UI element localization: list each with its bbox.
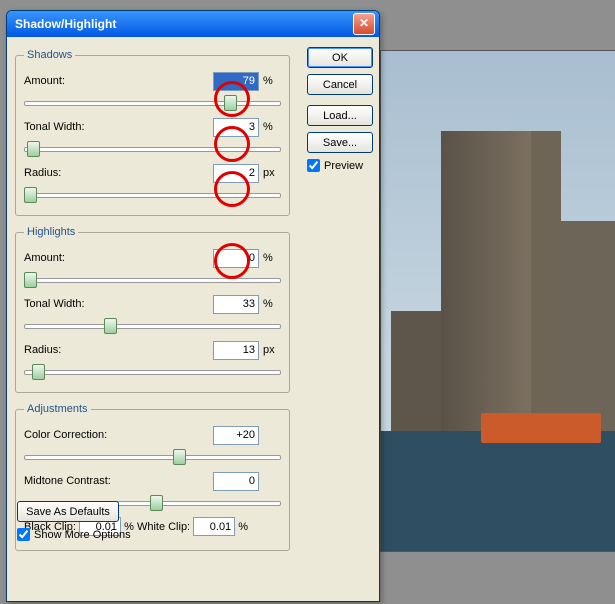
shadows-group: Shadows Amount: % Tonal Width: % Radius:…	[15, 49, 290, 216]
highlights-radius-input[interactable]	[213, 341, 259, 360]
shadows-radius-slider[interactable]	[24, 185, 281, 203]
shadows-amount-label: Amount:	[24, 75, 213, 87]
highlights-tonal-slider[interactable]	[24, 316, 281, 334]
shadows-amount-input[interactable]	[213, 72, 259, 91]
highlights-tonal-label: Tonal Width:	[24, 298, 213, 310]
unit: %	[263, 298, 281, 310]
white-clip-label: White Clip:	[137, 521, 190, 533]
building	[441, 131, 561, 441]
highlights-amount-label: Amount:	[24, 252, 213, 264]
midtone-contrast-input[interactable]	[213, 472, 259, 491]
shadow-highlight-dialog: Shadow/Highlight ✕ OK Cancel Load... Sav…	[6, 10, 380, 602]
shadows-tonal-input[interactable]	[213, 118, 259, 137]
highlights-tonal-input[interactable]	[213, 295, 259, 314]
highlights-radius-label: Radius:	[24, 344, 213, 356]
show-more-options-checkbox[interactable]: Show More Options	[17, 528, 131, 541]
adjustments-legend: Adjustments	[24, 403, 91, 415]
shadows-tonal-slider[interactable]	[24, 139, 281, 157]
dialog-title: Shadow/Highlight	[11, 17, 353, 31]
highlights-amount-input[interactable]	[213, 249, 259, 268]
unit: %	[263, 252, 281, 264]
color-correction-label: Color Correction:	[24, 429, 213, 441]
titlebar[interactable]: Shadow/Highlight ✕	[7, 11, 379, 37]
boat	[481, 413, 601, 443]
bottom-controls: Save As Defaults Show More Options	[17, 501, 131, 541]
water	[381, 431, 615, 551]
highlights-radius-slider[interactable]	[24, 362, 281, 380]
shadows-legend: Shadows	[24, 49, 75, 61]
canvas-image	[380, 50, 615, 552]
highlights-legend: Highlights	[24, 226, 78, 238]
shadows-tonal-label: Tonal Width:	[24, 121, 213, 133]
highlights-amount-slider[interactable]	[24, 270, 281, 288]
color-correction-slider[interactable]	[24, 447, 281, 465]
color-correction-input[interactable]	[213, 426, 259, 445]
unit: %	[238, 521, 248, 533]
white-clip-input[interactable]	[193, 517, 235, 536]
shadows-radius-input[interactable]	[213, 164, 259, 183]
unit: %	[263, 75, 281, 87]
save-as-defaults-button[interactable]: Save As Defaults	[17, 501, 119, 522]
show-more-check-input[interactable]	[17, 528, 30, 541]
unit: px	[263, 167, 281, 179]
unit: px	[263, 344, 281, 356]
shadows-radius-label: Radius:	[24, 167, 213, 179]
close-icon[interactable]: ✕	[353, 13, 375, 35]
show-more-label: Show More Options	[34, 529, 131, 541]
midtone-contrast-label: Midtone Contrast:	[24, 475, 213, 487]
highlights-group: Highlights Amount: % Tonal Width: % Radi…	[15, 226, 290, 393]
unit: %	[263, 121, 281, 133]
shadows-amount-slider[interactable]	[24, 93, 281, 111]
